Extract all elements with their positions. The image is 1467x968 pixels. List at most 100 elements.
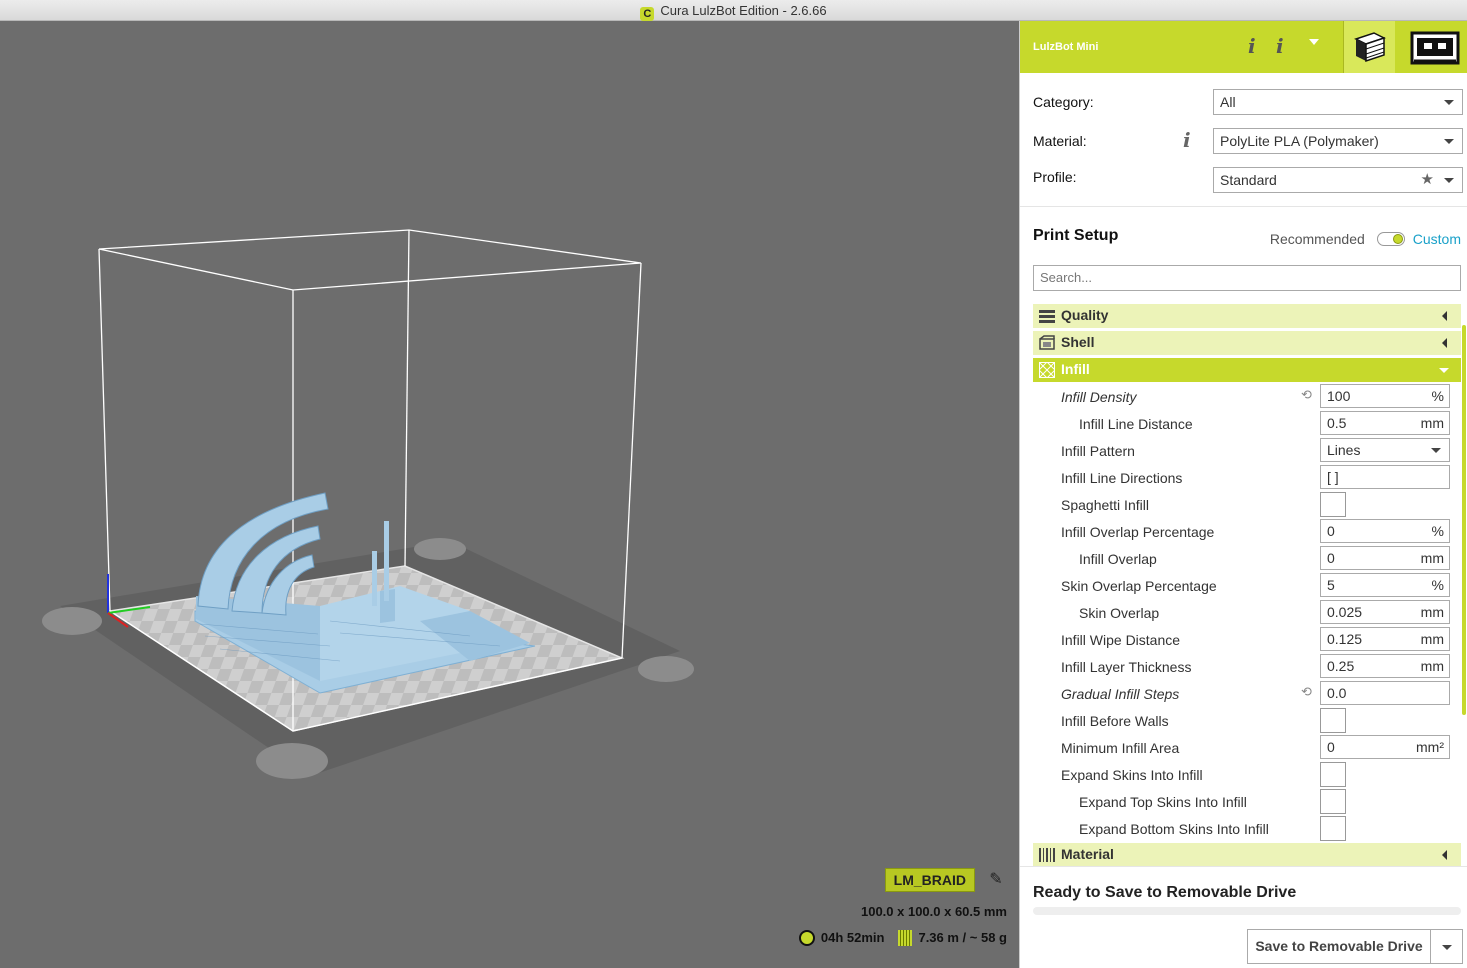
- slicing-progress-bar: [1033, 907, 1461, 915]
- profile-dropdown[interactable]: Standard ★: [1213, 167, 1463, 193]
- setting-value: 0.0: [1327, 685, 1347, 701]
- setting-skin-overlap: Skin Overlap 0.025 mm: [1033, 599, 1461, 626]
- category-quality[interactable]: Quality: [1033, 304, 1461, 328]
- setting-label: Infill Before Walls: [1061, 713, 1169, 729]
- category-label: Infill: [1061, 361, 1090, 377]
- profile-label: Profile:: [1033, 169, 1077, 185]
- spaghetti-infill-checkbox[interactable]: [1320, 492, 1346, 517]
- setting-label: Infill Overlap Percentage: [1061, 524, 1215, 540]
- infill-overlap-percentage-input[interactable]: 0%: [1320, 519, 1450, 543]
- info-icon[interactable]: i: [1183, 128, 1191, 152]
- minimum-infill-area-input[interactable]: 0 mm²: [1320, 735, 1450, 759]
- category-dropdown[interactable]: All: [1213, 89, 1463, 115]
- chevron-down-icon: [1439, 368, 1449, 373]
- sidebar-header: LulzBot Mini i i: [1020, 21, 1467, 73]
- info-icon[interactable]: i: [1248, 34, 1256, 58]
- expand-top-skins-checkbox[interactable]: [1320, 789, 1346, 814]
- reset-icon[interactable]: ⟲: [1301, 684, 1312, 700]
- model-info-panel: LM_BRAID ✎ 100.0 x 100.0 x 60.5 mm 04h 5…: [727, 868, 1007, 968]
- infill-before-walls-checkbox[interactable]: [1320, 708, 1346, 733]
- category-label: Shell: [1061, 334, 1095, 350]
- mode-toggle[interactable]: [1376, 232, 1405, 246]
- machine-name[interactable]: LulzBot Mini: [1033, 41, 1098, 53]
- category-infill[interactable]: Infill: [1033, 358, 1461, 382]
- toggle-knob: [1392, 234, 1403, 244]
- model-name-badge[interactable]: LM_BRAID: [884, 868, 975, 892]
- settings-sidebar: LulzBot Mini i i Category: All Material:…: [1019, 21, 1467, 968]
- setting-unit: %: [1431, 388, 1444, 404]
- setting-label: Gradual Infill Steps: [1061, 686, 1180, 702]
- category-material[interactable]: Material: [1033, 843, 1461, 867]
- setting-label: Infill Wipe Distance: [1061, 632, 1181, 648]
- setting-unit: mm: [1420, 415, 1444, 431]
- material-value: PolyLite PLA (Polymaker): [1220, 133, 1379, 149]
- infill-grid-icon: [1039, 362, 1055, 378]
- save-area: Ready to Save to Removable Drive Save to…: [1020, 866, 1467, 968]
- mode-recommended[interactable]: Recommended: [1270, 231, 1365, 247]
- setting-value: 0.025: [1327, 604, 1363, 620]
- printer-monitor-icon: [1410, 31, 1460, 65]
- setting-expand-skins-into-infill: Expand Skins Into Infill: [1033, 761, 1461, 788]
- infill-overlap-input[interactable]: 0 mm: [1320, 546, 1450, 570]
- expand-skins-checkbox[interactable]: [1320, 762, 1346, 787]
- skin-overlap-percentage-input[interactable]: 5%: [1320, 573, 1450, 597]
- material-dropdown[interactable]: PolyLite PLA (Polymaker): [1213, 128, 1463, 154]
- infill-line-directions-input[interactable]: [ ]: [1320, 465, 1450, 489]
- print-time: 04h 52min: [820, 930, 885, 946]
- chevron-down-icon: [1442, 945, 1452, 950]
- save-options-button[interactable]: [1430, 929, 1463, 964]
- prepare-stage-button[interactable]: [1343, 21, 1395, 73]
- setting-label: Infill Layer Thickness: [1061, 659, 1192, 675]
- setting-label: Skin Overlap: [1079, 605, 1160, 621]
- print-setup-title: Print Setup: [1033, 227, 1119, 244]
- category-label: Category:: [1033, 94, 1094, 110]
- monitor-stage-button[interactable]: [1406, 21, 1460, 73]
- quality-layers-icon: [1039, 310, 1055, 323]
- infill-pattern-dropdown[interactable]: Lines: [1320, 438, 1450, 462]
- setting-unit: mm: [1420, 658, 1444, 674]
- infill-wipe-distance-input[interactable]: 0.125 mm: [1320, 627, 1450, 651]
- chevron-down-icon[interactable]: [1309, 39, 1319, 45]
- material-spool-icon: [1039, 848, 1055, 862]
- setting-infill-before-walls: Infill Before Walls: [1033, 707, 1461, 734]
- skin-overlap-input[interactable]: 0.025 mm: [1320, 600, 1450, 624]
- mode-custom[interactable]: Custom: [1413, 231, 1461, 247]
- settings-scrollbar[interactable]: [1462, 325, 1466, 715]
- chevron-left-icon: [1442, 850, 1447, 860]
- chevron-left-icon: [1442, 338, 1447, 348]
- 3d-viewport[interactable]: LM_BRAID ✎ 100.0 x 100.0 x 60.5 mm 04h 5…: [0, 21, 1019, 968]
- setting-infill-overlap: Infill Overlap 0 mm: [1033, 545, 1461, 572]
- star-icon[interactable]: ★: [1421, 168, 1434, 192]
- setting-skin-overlap-percentage: Skin Overlap Percentage 5%: [1033, 572, 1461, 599]
- settings-search-input[interactable]: Search...: [1033, 265, 1461, 291]
- gradual-infill-steps-input[interactable]: 0.0: [1320, 681, 1450, 705]
- save-to-removable-drive-button[interactable]: Save to Removable Drive: [1247, 929, 1431, 964]
- window-titlebar: C Cura LulzBot Edition - 2.6.66: [0, 0, 1467, 21]
- setting-label: Minimum Infill Area: [1061, 740, 1180, 756]
- model-dimensions: 100.0 x 100.0 x 60.5 mm: [860, 904, 1007, 919]
- window-title: Cura LulzBot Edition - 2.6.66: [660, 3, 827, 18]
- infill-density-input[interactable]: 100%: [1320, 384, 1450, 408]
- setting-value: [ ]: [1327, 469, 1339, 485]
- chevron-down-icon: [1444, 100, 1454, 105]
- chevron-down-icon: [1431, 448, 1441, 453]
- reset-icon[interactable]: ⟲: [1301, 387, 1312, 403]
- info-icon[interactable]: i: [1276, 34, 1284, 58]
- pencil-icon[interactable]: ✎: [985, 870, 1007, 892]
- setting-spaghetti-infill: Spaghetti Infill: [1033, 491, 1461, 518]
- infill-line-distance-input[interactable]: 0.5 mm: [1320, 411, 1450, 435]
- category-shell[interactable]: Shell: [1033, 331, 1461, 355]
- build-volume-scene[interactable]: [0, 21, 1019, 968]
- filament-spool-icon: [898, 929, 913, 946]
- setting-infill-pattern: Infill Pattern Lines: [1033, 437, 1461, 464]
- material-row: Material: i PolyLite PLA (Polymaker): [1033, 128, 1463, 154]
- cura-app-icon: C: [640, 7, 655, 21]
- infill-layer-thickness-input[interactable]: 0.25 mm: [1320, 654, 1450, 678]
- setting-value: 100: [1327, 388, 1351, 404]
- expand-bottom-skins-checkbox[interactable]: [1320, 816, 1346, 841]
- profile-row: Profile: Standard ★: [1033, 167, 1463, 193]
- setting-minimum-infill-area: Minimum Infill Area 0 mm²: [1033, 734, 1461, 761]
- setting-label: Infill Line Directions: [1061, 470, 1183, 486]
- setting-label: Skin Overlap Percentage: [1061, 578, 1217, 594]
- shell-icon: [1039, 335, 1055, 350]
